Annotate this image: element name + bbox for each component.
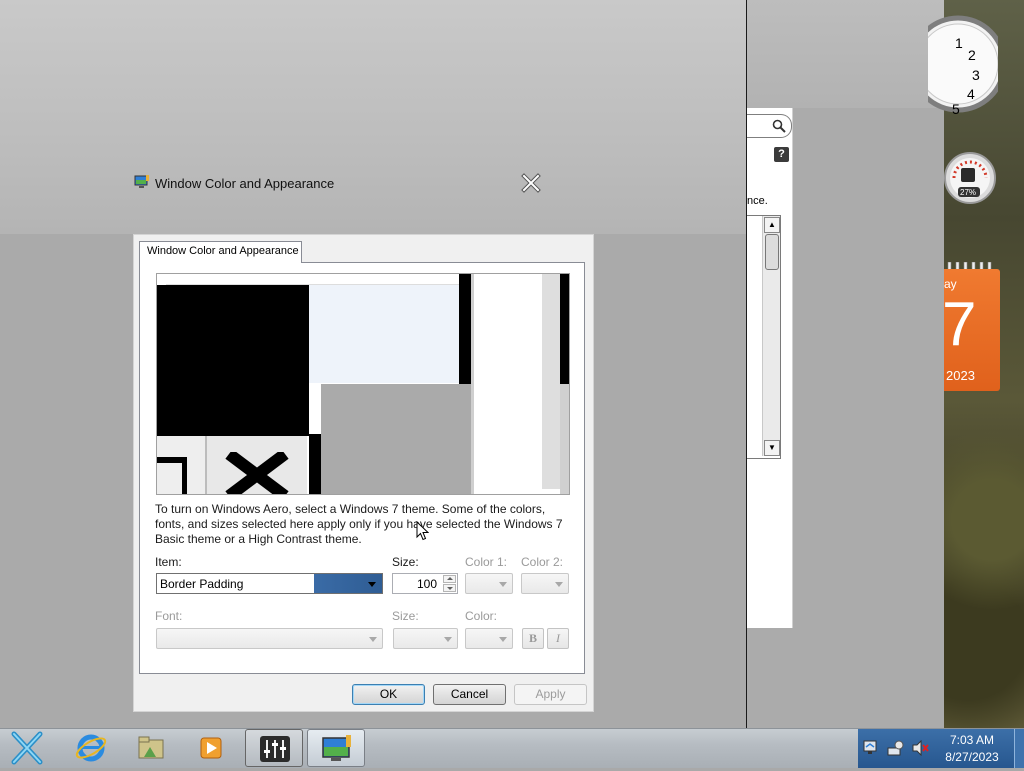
aero-description: To turn on Windows Aero, select a Window… [155,502,563,546]
dialog-title: Window Color and Appearance [155,176,335,191]
clock-number: 2 [968,47,976,63]
item-select-value: Border Padding [160,577,244,591]
taskbar-mixer-app[interactable] [245,729,303,767]
item-select[interactable]: Border Padding [156,573,383,594]
maximize-icon [157,457,187,494]
color2-label: Color 2: [521,555,564,569]
size-value: 100 [416,577,437,591]
taskbar-internet-explorer[interactable] [62,729,120,767]
clock-time[interactable]: 7:03 AM [935,733,1009,747]
equalizer-icon [260,736,290,762]
background-window-text: nce. [747,195,768,207]
calendar-day: 7 [942,290,977,359]
clock-number: 4 [967,86,975,102]
display-settings-icon [134,175,149,188]
background-window-right-top [747,0,944,108]
mouse-cursor-icon [416,521,429,541]
close-icon [225,452,289,494]
appearance-preview[interactable] [156,273,570,495]
chevron-down-icon [444,637,452,642]
size-label: Size: [392,555,419,569]
taskbar-display-settings[interactable] [307,729,365,767]
close-icon[interactable] [519,172,543,194]
increment-button[interactable] [443,575,456,583]
chevron-down-icon [555,582,563,587]
taskbar-file-explorer[interactable] [122,729,180,767]
tab-window-color-and-appearance[interactable]: Window Color and Appearance [139,241,302,263]
calendar-year: 2023 [946,368,975,383]
bold-button[interactable]: B [522,628,544,649]
chevron-down-icon [499,582,507,587]
scroll-down-button[interactable]: ▼ [764,440,780,456]
cancel-button[interactable]: Cancel [433,684,506,705]
taskbar-media-player[interactable] [182,729,240,767]
apply-button[interactable]: Apply [514,684,587,705]
network-icon[interactable] [886,739,906,757]
chevron-down-icon [368,582,376,587]
display-settings-icon [322,735,351,761]
clock-number: 3 [972,67,980,83]
scrollbar-thumb[interactable] [765,234,779,270]
chevron-down-icon [369,637,377,642]
color1-picker[interactable] [465,573,513,594]
font-size-label: Size: [392,609,419,623]
volume-muted-icon[interactable] [911,740,929,756]
size-stepper[interactable]: 100 [392,573,458,594]
clock-number: 5 [952,101,960,116]
font-select[interactable] [156,628,383,649]
decrement-button[interactable] [443,584,456,592]
media-player-icon [200,737,222,759]
search-box[interactable] [747,114,792,138]
font-color-picker[interactable] [465,628,513,649]
clock-date[interactable]: 8/27/2023 [935,750,1009,764]
action-center-icon[interactable] [862,739,880,757]
cpu-meter-gadget[interactable]: 27% [944,148,1000,206]
ok-button[interactable]: OK [352,684,425,705]
clock-gadget[interactable]: 1 2 3 4 5 [928,6,998,116]
item-label: Item: [155,555,182,569]
font-color-label: Color: [465,609,498,623]
search-icon[interactable] [771,118,787,134]
help-icon[interactable]: ? [774,147,789,162]
color1-label: Color 1: [465,555,508,569]
scrollbar[interactable]: ▲ ▼ [762,216,780,456]
show-desktop-button[interactable] [1014,729,1024,768]
color2-picker[interactable] [521,573,569,594]
meter-percent: 27% [960,188,976,197]
font-label: Font: [155,609,183,623]
chevron-down-icon [499,637,507,642]
clock-number: 1 [955,35,963,51]
scroll-up-button[interactable]: ▲ [764,217,780,233]
folder-icon [138,736,164,759]
calendar-gadget[interactable]: ay 7 2023 [942,262,1000,392]
font-size-select[interactable] [393,628,458,649]
start-button[interactable] [6,730,48,766]
memory-icon [961,168,975,182]
background-window-area [0,0,746,234]
internet-explorer-icon [75,734,107,762]
calendar-weekday: ay [944,277,957,291]
italic-button[interactable]: I [547,628,569,649]
